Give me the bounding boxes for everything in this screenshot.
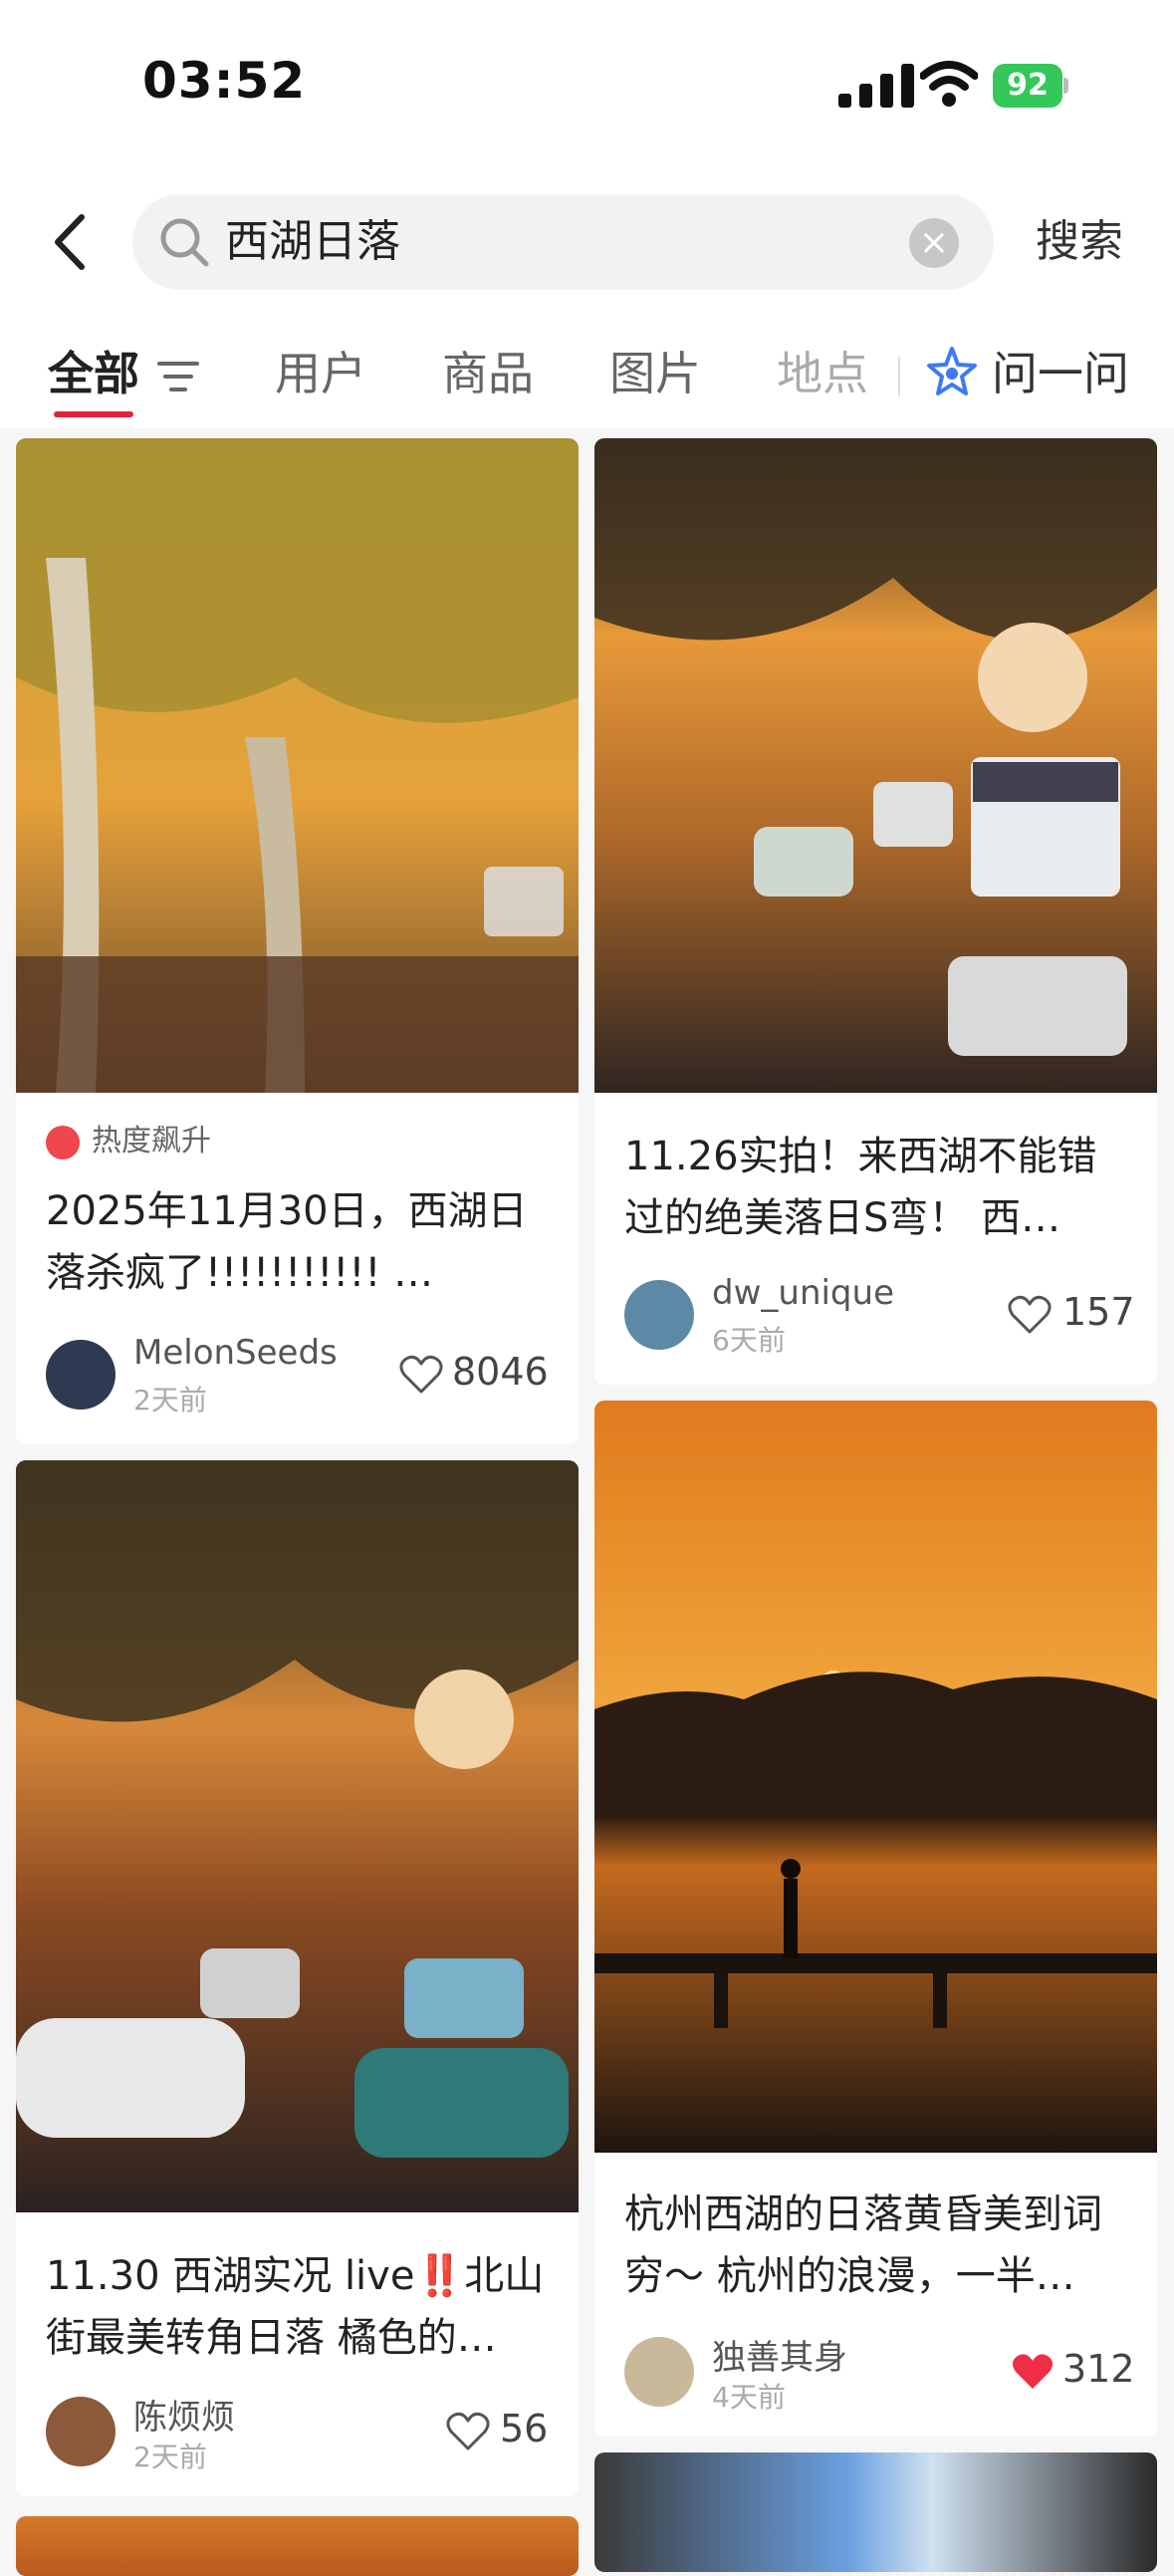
search-icon bbox=[160, 218, 209, 267]
like-count: 312 bbox=[1062, 2347, 1135, 2391]
search-input[interactable]: 西湖日落 × bbox=[132, 194, 994, 290]
post-date: 2天前 bbox=[133, 2441, 207, 2473]
trending-badge: 热度飙升 bbox=[46, 1116, 211, 1159]
author-name[interactable]: MelonSeeds bbox=[133, 1333, 338, 1373]
like-count: 157 bbox=[1062, 1290, 1135, 1334]
filter-icon[interactable] bbox=[155, 359, 201, 394]
tab-active-indicator bbox=[54, 411, 133, 417]
post-card[interactable]: 11.26实拍！来西湖不能错 过的绝美落日S弯！ 西… dw_unique 6天… bbox=[594, 438, 1157, 1385]
post-title-line: 穷～ 杭州的浪漫，一半… bbox=[624, 2253, 1075, 2299]
tab-users[interactable]: 用户 bbox=[275, 339, 366, 408]
post-title-line: 落杀疯了!!!!!!!!!!! … bbox=[46, 1250, 434, 1296]
post-card[interactable]: 杭州西湖的日落黄昏美到词 穷～ 杭州的浪漫，一半… 独善其身 4天前 312 bbox=[594, 1401, 1157, 2437]
author-name[interactable]: dw_unique bbox=[712, 1273, 894, 1313]
avatar[interactable] bbox=[46, 1340, 116, 1410]
wifi-icon bbox=[920, 61, 978, 107]
post-image[interactable] bbox=[594, 1401, 1157, 2153]
tab-divider bbox=[898, 357, 900, 396]
post-date: 6天前 bbox=[712, 1324, 786, 1357]
post-title-line: 杭州西湖的日落黄昏美到词 bbox=[624, 2191, 1102, 2237]
tab-places[interactable]: 地点 bbox=[777, 339, 868, 408]
author-name[interactable]: 陈烦烦 bbox=[133, 2390, 235, 2439]
avatar[interactable] bbox=[624, 2337, 694, 2407]
post-image[interactable] bbox=[16, 438, 579, 1093]
sparkle-star-icon[interactable] bbox=[924, 345, 980, 400]
post-card[interactable] bbox=[16, 2516, 579, 2576]
post-card[interactable]: 11.30 西湖实况 live‼️北山 街最美转角日落 橘色的… 陈烦烦 2天前… bbox=[16, 1460, 579, 2496]
post-title[interactable]: 11.26实拍！来西湖不能错 过的绝美落日S弯！ 西… bbox=[624, 1126, 1142, 1249]
post-date: 2天前 bbox=[133, 1384, 207, 1417]
avatar[interactable] bbox=[624, 1280, 694, 1350]
back-arrow-icon[interactable] bbox=[46, 211, 96, 273]
post-card[interactable] bbox=[594, 2452, 1157, 2572]
like-count: 56 bbox=[500, 2407, 549, 2450]
post-card[interactable]: 热度飙升 2025年11月30日，西湖日 落杀疯了!!!!!!!!!!! … M… bbox=[16, 438, 579, 1444]
tab-images[interactable]: 图片 bbox=[609, 339, 701, 408]
battery-icon: 92 bbox=[993, 64, 1068, 108]
search-button[interactable]: 搜索 bbox=[1036, 211, 1123, 273]
heart-icon[interactable] bbox=[446, 2412, 490, 2451]
top-bar: 03:52 92 西湖日落 × 搜索 全部 用户 商品 图片 地点 问一问 bbox=[0, 0, 1174, 428]
post-title[interactable]: 杭州西湖的日落黄昏美到词 穷～ 杭州的浪漫，一半… bbox=[624, 2184, 1142, 2307]
trending-badge-label: 热度飙升 bbox=[92, 1124, 211, 1159]
tab-products[interactable]: 商品 bbox=[442, 339, 534, 408]
post-image[interactable] bbox=[594, 438, 1157, 1093]
post-title-line: 过的绝美落日S弯！ 西… bbox=[624, 1195, 1061, 1241]
heart-filled-icon[interactable] bbox=[1011, 2352, 1055, 2392]
author-name[interactable]: 独善其身 bbox=[712, 2330, 847, 2379]
post-title-line: 11.30 西湖实况 live‼️北山 bbox=[46, 2253, 545, 2299]
heart-icon[interactable] bbox=[1008, 1295, 1052, 1335]
post-title[interactable]: 2025年11月30日，西湖日 落杀疯了!!!!!!!!!!! … bbox=[46, 1180, 564, 1304]
post-title-line: 2025年11月30日，西湖日 bbox=[46, 1188, 528, 1234]
cellular-signal-icon bbox=[838, 62, 918, 108]
post-date: 4天前 bbox=[712, 2381, 786, 2414]
avatar[interactable] bbox=[46, 2397, 116, 2466]
search-query-text: 西湖日落 bbox=[225, 216, 400, 267]
fire-icon bbox=[46, 1125, 80, 1159]
clear-icon[interactable]: × bbox=[909, 218, 959, 268]
status-time: 03:52 bbox=[142, 52, 307, 110]
tab-ask[interactable]: 问一问 bbox=[992, 339, 1129, 408]
battery-level: 92 bbox=[993, 64, 1062, 108]
post-image[interactable] bbox=[16, 1460, 579, 2212]
post-title[interactable]: 11.30 西湖实况 live‼️北山 街最美转角日落 橘色的… bbox=[46, 2245, 564, 2369]
tab-all[interactable]: 全部 bbox=[48, 339, 139, 417]
tab-all-label: 全部 bbox=[48, 347, 139, 400]
post-title-line: 11.26实拍！来西湖不能错 bbox=[624, 1134, 1097, 1179]
like-count: 8046 bbox=[452, 1350, 549, 1394]
post-title-line: 街最美转角日落 橘色的… bbox=[46, 2315, 497, 2361]
heart-icon[interactable] bbox=[399, 1355, 443, 1395]
